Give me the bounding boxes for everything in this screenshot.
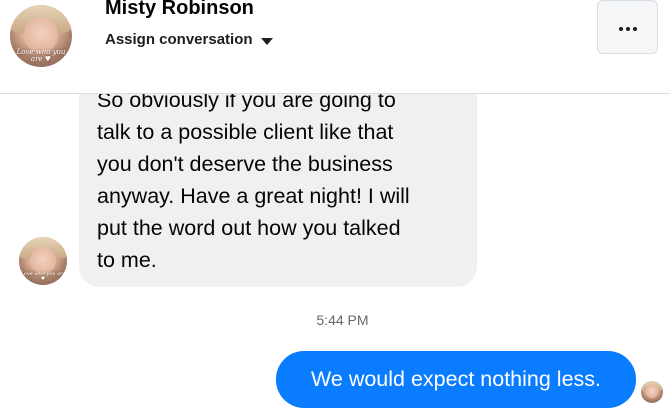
incoming-message-text: So obviously if you are going to talk to… xyxy=(97,94,410,272)
message-timestamp: 5:44 PM xyxy=(316,312,369,328)
outgoing-message-text: We would expect nothing less. xyxy=(310,367,602,391)
assign-conversation-label: Assign conversation xyxy=(105,31,253,48)
read-receipt-avatar xyxy=(641,381,663,403)
avatar-caption: Love who you are ♥ xyxy=(20,270,66,282)
outgoing-message-bubble[interactable]: We would expect nothing less. xyxy=(276,351,636,408)
message-thread: So obviously if you are going to talk to… xyxy=(0,94,670,414)
conversation-header: Love who you are ♥ Misty Robinson Assign… xyxy=(0,0,670,94)
more-options-button[interactable] xyxy=(597,0,658,54)
avatar-face xyxy=(645,385,659,399)
sender-avatar[interactable]: Love who you are ♥ xyxy=(19,237,67,285)
contact-avatar[interactable]: Love who you are ♥ xyxy=(10,5,72,67)
avatar-caption: Love who you are ♥ xyxy=(16,47,66,63)
more-dots-icon xyxy=(618,27,637,31)
caret-down-icon xyxy=(260,37,273,45)
contact-name[interactable]: Misty Robinson xyxy=(105,0,254,20)
assign-conversation-dropdown[interactable]: Assign conversation xyxy=(105,31,273,48)
